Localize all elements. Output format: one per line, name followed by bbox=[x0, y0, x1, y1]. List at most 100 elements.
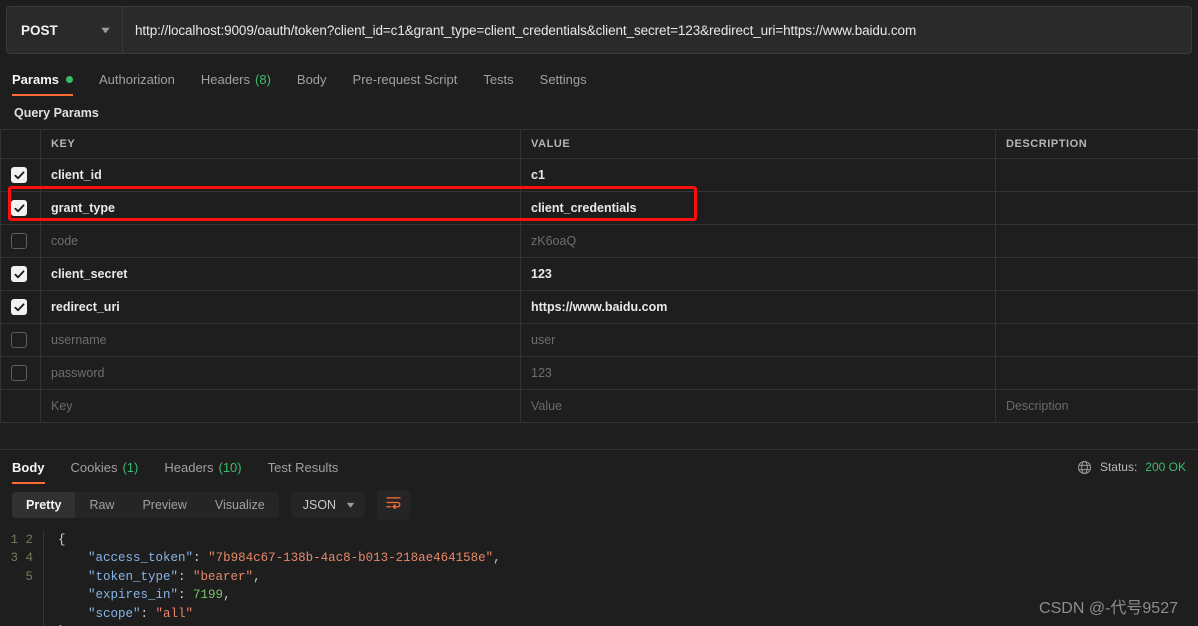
response-tab-test-results[interactable]: Test Results bbox=[268, 450, 339, 484]
new-row-description-input[interactable]: Description bbox=[996, 390, 1198, 423]
row-checkbox[interactable] bbox=[11, 332, 27, 348]
view-pretty[interactable]: Pretty bbox=[12, 492, 75, 518]
row-value[interactable]: 123 bbox=[521, 357, 996, 390]
json-key-token-type: "token_type" bbox=[88, 570, 178, 584]
row-checkbox[interactable] bbox=[11, 266, 27, 282]
tab-headers-count: (8) bbox=[255, 72, 271, 87]
table-row-new[interactable]: Key Value Description bbox=[1, 390, 1198, 423]
tab-tests-label: Tests bbox=[483, 72, 513, 87]
watermark: CSDN @-代号9527 bbox=[1039, 594, 1178, 618]
tab-settings[interactable]: Settings bbox=[540, 62, 587, 96]
row-checkbox[interactable] bbox=[11, 365, 27, 381]
response-tab-headers-count: (10) bbox=[219, 460, 242, 475]
tab-body-label: Body bbox=[297, 72, 327, 87]
query-params-title: Query Params bbox=[0, 96, 1198, 129]
row-description[interactable] bbox=[996, 357, 1198, 390]
tab-pre-request-script[interactable]: Pre-request Script bbox=[353, 62, 458, 96]
row-checkbox[interactable] bbox=[11, 299, 27, 315]
word-wrap-button[interactable] bbox=[377, 490, 410, 520]
row-description[interactable] bbox=[996, 291, 1198, 324]
table-row[interactable]: password 123 bbox=[1, 357, 1198, 390]
tab-params-label: Params bbox=[12, 72, 59, 87]
params-modified-dot-icon bbox=[66, 76, 73, 83]
response-status-area: Status: 200 OK bbox=[1077, 460, 1186, 475]
row-description[interactable] bbox=[996, 258, 1198, 291]
row-key[interactable]: redirect_uri bbox=[41, 291, 521, 324]
row-key[interactable]: client_secret bbox=[41, 258, 521, 291]
response-format-bar: Pretty Raw Preview Visualize JSON ▾ bbox=[0, 484, 1198, 528]
row-key[interactable]: client_id bbox=[41, 159, 521, 192]
line-numbers: 1 2 3 4 5 bbox=[10, 533, 33, 584]
row-value[interactable]: https://www.baidu.com bbox=[521, 291, 996, 324]
view-visualize[interactable]: Visualize bbox=[201, 492, 279, 518]
row-checkbox-cell[interactable] bbox=[1, 192, 41, 225]
language-label: JSON bbox=[303, 498, 336, 512]
table-row[interactable]: client_id c1 bbox=[1, 159, 1198, 192]
json-value-expires-in: 7199 bbox=[193, 588, 223, 602]
row-checkbox-cell[interactable] bbox=[1, 258, 41, 291]
http-method-select[interactable]: POST ▾ bbox=[7, 7, 123, 53]
query-params-table: KEY VALUE DESCRIPTION client_id c1 grant… bbox=[0, 129, 1198, 423]
response-tab-cookies-label: Cookies bbox=[71, 460, 118, 475]
http-method-label: POST bbox=[21, 23, 58, 38]
json-key-expires-in: "expires_in" bbox=[88, 588, 178, 602]
row-description[interactable] bbox=[996, 324, 1198, 357]
language-select[interactable]: JSON ▾ bbox=[291, 492, 365, 518]
chevron-down-icon: ▾ bbox=[102, 25, 110, 36]
response-tab-headers-label: Headers bbox=[164, 460, 213, 475]
table-header-row: KEY VALUE DESCRIPTION bbox=[1, 130, 1198, 159]
status-label: Status: bbox=[1100, 460, 1137, 474]
tab-headers[interactable]: Headers (8) bbox=[201, 62, 271, 96]
new-row-key-input[interactable]: Key bbox=[41, 390, 521, 423]
json-value-access-token: "7b984c67-138b-4ac8-b013-218ae464158e" bbox=[208, 551, 493, 565]
table-row[interactable]: grant_type client_credentials bbox=[1, 192, 1198, 225]
response-body-code[interactable]: { "access_token": "7b984c67-138b-4ac8-b0… bbox=[44, 531, 501, 626]
row-description[interactable] bbox=[996, 159, 1198, 192]
row-checkbox-cell[interactable] bbox=[1, 225, 41, 258]
tab-body[interactable]: Body bbox=[297, 62, 327, 96]
row-value[interactable]: client_credentials bbox=[521, 192, 996, 225]
response-tab-cookies[interactable]: Cookies (1) bbox=[71, 450, 139, 484]
table-row[interactable]: username user bbox=[1, 324, 1198, 357]
row-checkbox[interactable] bbox=[11, 200, 27, 216]
row-checkbox-cell[interactable] bbox=[1, 159, 41, 192]
globe-icon[interactable] bbox=[1077, 460, 1092, 475]
table-row[interactable]: code zK6oaQ bbox=[1, 225, 1198, 258]
row-value[interactable]: zK6oaQ bbox=[521, 225, 996, 258]
row-value[interactable]: 123 bbox=[521, 258, 996, 291]
row-checkbox[interactable] bbox=[11, 167, 27, 183]
response-tab-headers[interactable]: Headers (10) bbox=[164, 450, 241, 484]
row-key[interactable]: password bbox=[41, 357, 521, 390]
new-row-checkbox-cell bbox=[1, 390, 41, 423]
new-row-value-input[interactable]: Value bbox=[521, 390, 996, 423]
row-description[interactable] bbox=[996, 225, 1198, 258]
line-number-gutter: 1 2 3 4 5 bbox=[0, 531, 44, 626]
row-description[interactable] bbox=[996, 192, 1198, 225]
row-key[interactable]: username bbox=[41, 324, 521, 357]
header-key: KEY bbox=[41, 130, 521, 159]
tab-pre-request-script-label: Pre-request Script bbox=[353, 72, 458, 87]
response-tabs: Body Cookies (1) Headers (10) Test Resul… bbox=[0, 450, 1198, 484]
view-raw[interactable]: Raw bbox=[75, 492, 128, 518]
tab-tests[interactable]: Tests bbox=[483, 62, 513, 96]
view-preview[interactable]: Preview bbox=[128, 492, 200, 518]
url-input[interactable]: http://localhost:9009/oauth/token?client… bbox=[123, 7, 1191, 53]
table-row[interactable]: client_secret 123 bbox=[1, 258, 1198, 291]
request-tabs: Params Authorization Headers (8) Body Pr… bbox=[0, 62, 1198, 96]
response-tab-body-label: Body bbox=[12, 460, 45, 475]
row-checkbox-cell[interactable] bbox=[1, 357, 41, 390]
row-key[interactable]: code bbox=[41, 225, 521, 258]
response-body-viewer[interactable]: 1 2 3 4 5 { "access_token": "7b984c67-13… bbox=[0, 528, 1198, 626]
response-tab-body[interactable]: Body bbox=[12, 450, 45, 484]
row-checkbox-cell[interactable] bbox=[1, 324, 41, 357]
row-value[interactable]: c1 bbox=[521, 159, 996, 192]
tab-params[interactable]: Params bbox=[12, 62, 73, 96]
table-row[interactable]: redirect_uri https://www.baidu.com bbox=[1, 291, 1198, 324]
tab-authorization[interactable]: Authorization bbox=[99, 62, 175, 96]
row-key[interactable]: grant_type bbox=[41, 192, 521, 225]
json-value-scope: "all" bbox=[156, 607, 194, 621]
table-body: client_id c1 grant_type client_credentia… bbox=[1, 159, 1198, 423]
row-value[interactable]: user bbox=[521, 324, 996, 357]
row-checkbox-cell[interactable] bbox=[1, 291, 41, 324]
row-checkbox[interactable] bbox=[11, 233, 27, 249]
